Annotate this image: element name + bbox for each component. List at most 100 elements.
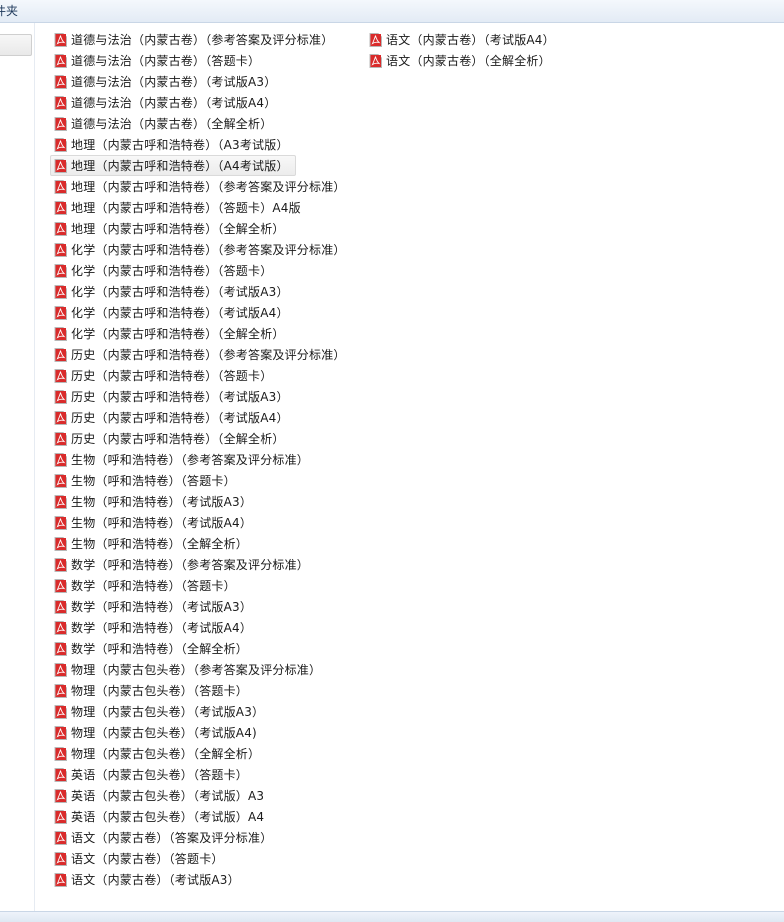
file-item[interactable]: 地理（内蒙古呼和浩特卷）（A3考试版） xyxy=(50,134,296,155)
file-item[interactable]: 生物（呼和浩特卷）（考试版A4） xyxy=(50,512,259,533)
file-item[interactable]: 物理（内蒙古包头卷）（考试版A4) xyxy=(50,722,264,743)
file-item[interactable]: 历史（内蒙古呼和浩特卷）（全解全析） xyxy=(50,428,292,449)
pdf-file-icon xyxy=(54,222,67,236)
file-item[interactable]: 化学（内蒙古呼和浩特卷）（全解全析） xyxy=(50,323,292,344)
file-name: 物理（内蒙古包头卷）（考试版A4) xyxy=(71,726,257,740)
file-item[interactable]: 道德与法治（内蒙古卷）（全解全析） xyxy=(50,113,279,134)
file-name: 英语（内蒙古包头卷）（考试版）A4 xyxy=(71,810,265,824)
file-item[interactable]: 语文（内蒙古卷）（答案及评分标准） xyxy=(50,827,279,848)
file-item[interactable]: 英语（内蒙古包头卷）（答题卡） xyxy=(50,764,255,785)
file-name: 地理（内蒙古呼和浩特卷）（全解全析） xyxy=(71,222,285,236)
file-name: 语文（内蒙古卷）（答题卡） xyxy=(71,852,224,866)
navigation-selected-item[interactable] xyxy=(0,34,32,56)
file-name: 英语（内蒙古包头卷）（考试版）A3 xyxy=(71,789,265,803)
pdf-file-icon xyxy=(54,306,67,320)
pdf-file-icon xyxy=(54,390,67,404)
file-name: 化学（内蒙古呼和浩特卷）（考试版A3） xyxy=(71,285,289,299)
file-item[interactable]: 化学（内蒙古呼和浩特卷）（参考答案及评分标准） xyxy=(50,239,353,260)
file-item[interactable]: 语文（内蒙古卷）（全解全析） xyxy=(365,50,558,71)
file-name: 语文（内蒙古卷）（全解全析） xyxy=(386,54,551,68)
file-item[interactable]: 数学（呼和浩特卷）（参考答案及评分标准） xyxy=(50,554,316,575)
file-item[interactable]: 数学（呼和浩特卷）（答题卡） xyxy=(50,575,243,596)
pdf-file-icon xyxy=(54,411,67,425)
pdf-file-icon xyxy=(54,264,67,278)
pdf-file-icon xyxy=(54,852,67,866)
file-name: 历史（内蒙古呼和浩特卷）（全解全析） xyxy=(71,432,285,446)
file-name: 历史（内蒙古呼和浩特卷）（考试版A3） xyxy=(71,390,289,404)
file-item[interactable]: 英语（内蒙古包头卷）（考试版）A3 xyxy=(50,785,271,806)
file-item[interactable]: 道德与法治（内蒙古卷）（参考答案及评分标准） xyxy=(50,29,340,50)
pdf-file-icon xyxy=(369,54,382,68)
file-item[interactable]: 生物（呼和浩特卷）（参考答案及评分标准） xyxy=(50,449,316,470)
file-name: 道德与法治（内蒙古卷）（答题卡） xyxy=(71,54,261,68)
file-name: 物理（内蒙古包头卷）（全解全析） xyxy=(71,747,261,761)
file-item[interactable]: 物理（内蒙古包头卷）（全解全析） xyxy=(50,743,267,764)
file-name: 历史（内蒙古呼和浩特卷）（考试版A4） xyxy=(71,411,289,425)
pdf-file-icon xyxy=(54,285,67,299)
file-name: 生物（呼和浩特卷）（考试版A4） xyxy=(71,516,253,530)
file-name: 化学（内蒙古呼和浩特卷）（全解全析） xyxy=(71,327,285,341)
file-item[interactable]: 化学（内蒙古呼和浩特卷）（答题卡） xyxy=(50,260,279,281)
file-name: 数学（呼和浩特卷）（答题卡） xyxy=(71,579,236,593)
file-item[interactable]: 历史（内蒙古呼和浩特卷）（考试版A4） xyxy=(50,407,296,428)
file-name: 地理（内蒙古呼和浩特卷）（参考答案及评分标准） xyxy=(71,180,346,194)
pdf-file-icon xyxy=(54,201,67,215)
file-item[interactable]: 化学（内蒙古呼和浩特卷）（考试版A3） xyxy=(50,281,296,302)
file-item[interactable]: 历史（内蒙古呼和浩特卷）（参考答案及评分标准） xyxy=(50,344,353,365)
pdf-file-icon xyxy=(54,558,67,572)
file-item[interactable]: 生物（呼和浩特卷）（全解全析） xyxy=(50,533,255,554)
pdf-file-icon xyxy=(54,537,67,551)
pdf-file-icon xyxy=(54,159,67,173)
file-name: 英语（内蒙古包头卷）（答题卡） xyxy=(71,768,249,782)
pdf-file-icon xyxy=(54,495,67,509)
file-item[interactable]: 地理（内蒙古呼和浩特卷）（A4考试版） xyxy=(50,155,296,176)
pdf-file-icon xyxy=(54,54,67,68)
pdf-file-icon xyxy=(54,642,67,656)
file-name: 生物（呼和浩特卷）（答题卡） xyxy=(71,474,236,488)
file-item[interactable]: 道德与法治（内蒙古卷）（考试版A3） xyxy=(50,71,283,92)
pdf-file-icon xyxy=(54,579,67,593)
file-name: 数学（呼和浩特卷）（全解全析） xyxy=(71,642,249,656)
pdf-file-icon xyxy=(54,33,67,47)
file-item[interactable]: 历史（内蒙古呼和浩特卷）（考试版A3） xyxy=(50,386,296,407)
file-item[interactable]: 物理（内蒙古包头卷）（答题卡） xyxy=(50,680,255,701)
pdf-file-icon xyxy=(54,138,67,152)
window-title: 件夹 xyxy=(0,4,19,18)
file-item[interactable]: 物理（内蒙古包头卷）（考试版A3） xyxy=(50,701,271,722)
pdf-file-icon xyxy=(54,96,67,110)
file-item[interactable]: 语文（内蒙古卷）（考试版A3） xyxy=(50,869,247,890)
file-item[interactable]: 语文（内蒙古卷）（答题卡） xyxy=(50,848,231,869)
pdf-file-icon xyxy=(54,705,67,719)
file-item[interactable]: 地理（内蒙古呼和浩特卷）（全解全析） xyxy=(50,218,292,239)
pdf-file-icon xyxy=(54,600,67,614)
file-name: 道德与法治（内蒙古卷）（考试版A3） xyxy=(71,75,277,89)
file-item[interactable]: 生物（呼和浩特卷）（考试版A3） xyxy=(50,491,259,512)
file-item[interactable]: 物理（内蒙古包头卷）（参考答案及评分标准） xyxy=(50,659,328,680)
file-name: 历史（内蒙古呼和浩特卷）（参考答案及评分标准） xyxy=(71,348,346,362)
pdf-file-icon xyxy=(54,726,67,740)
file-item[interactable]: 生物（呼和浩特卷）（答题卡） xyxy=(50,470,243,491)
file-item[interactable]: 数学（呼和浩特卷）（全解全析） xyxy=(50,638,255,659)
pdf-file-icon xyxy=(54,810,67,824)
file-name: 道德与法治（内蒙古卷）（考试版A4） xyxy=(71,96,277,110)
file-item[interactable]: 道德与法治（内蒙古卷）（考试版A4） xyxy=(50,92,283,113)
file-item[interactable]: 道德与法治（内蒙古卷）（答题卡） xyxy=(50,50,267,71)
pdf-file-icon xyxy=(54,831,67,845)
file-name: 道德与法治（内蒙古卷）（参考答案及评分标准） xyxy=(71,33,334,47)
file-item[interactable]: 数学（呼和浩特卷）（考试版A4） xyxy=(50,617,259,638)
file-item[interactable]: 英语（内蒙古包头卷）（考试版）A4 xyxy=(50,806,271,827)
file-name: 生物（呼和浩特卷）（全解全析） xyxy=(71,537,249,551)
file-item[interactable]: 地理（内蒙古呼和浩特卷）（参考答案及评分标准） xyxy=(50,176,353,197)
file-name: 语文（内蒙古卷）（答案及评分标准） xyxy=(71,831,273,845)
pdf-file-icon xyxy=(54,873,67,887)
file-item[interactable]: 地理（内蒙古呼和浩特卷）（答题卡）A4版 xyxy=(50,197,308,218)
file-item[interactable]: 语文（内蒙古卷）（考试版A4） xyxy=(365,29,562,50)
file-name: 地理（内蒙古呼和浩特卷）（答题卡）A4版 xyxy=(71,201,301,215)
file-item[interactable]: 历史（内蒙古呼和浩特卷）（答题卡） xyxy=(50,365,279,386)
pdf-file-icon xyxy=(54,327,67,341)
file-item[interactable]: 化学（内蒙古呼和浩特卷）（考试版A4） xyxy=(50,302,296,323)
pdf-file-icon xyxy=(54,663,67,677)
file-name: 物理（内蒙古包头卷）（答题卡） xyxy=(71,684,249,698)
file-name: 生物（呼和浩特卷）（参考答案及评分标准） xyxy=(71,453,310,467)
file-item[interactable]: 数学（呼和浩特卷）（考试版A3） xyxy=(50,596,259,617)
